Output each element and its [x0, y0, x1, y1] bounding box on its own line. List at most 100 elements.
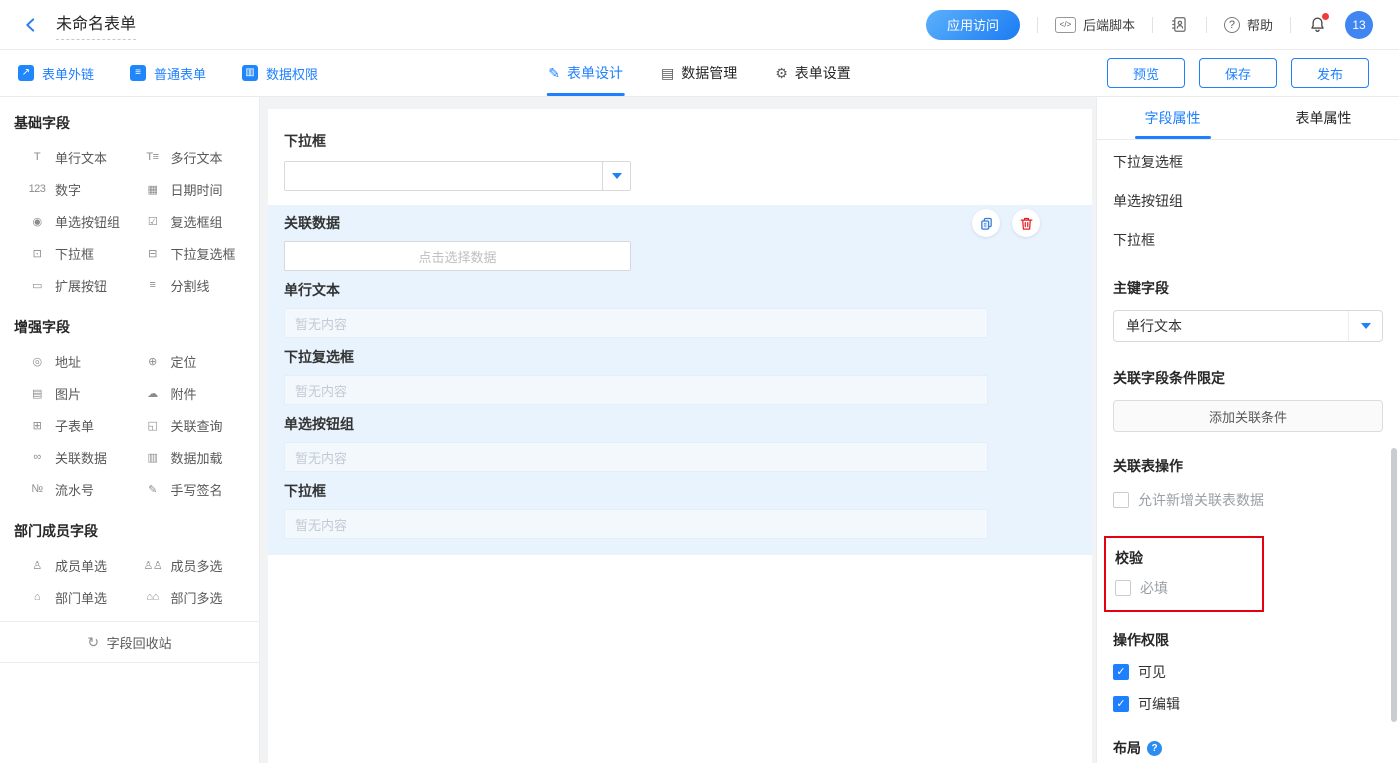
question-circle-icon: ? [1224, 17, 1240, 33]
permission-checkbox-row[interactable]: 可编辑 [1113, 694, 1383, 714]
subfield-label: 下拉复选框 [284, 347, 1076, 367]
subfield-placeholder-input: 暂无内容 [284, 375, 988, 405]
primary-key-section: 主键字段 单行文本 [1113, 278, 1383, 342]
palette-field-item[interactable]: ≡ 分割线 [130, 269, 246, 301]
app-access-button[interactable]: 应用访问 [926, 10, 1020, 40]
notifications-button[interactable] [1308, 15, 1328, 35]
serial-number-icon: № [28, 483, 46, 495]
canvas-field-dropdown[interactable]: 下拉框 [268, 131, 1092, 191]
palette-field-item[interactable]: ◉ 单选按钮组 [14, 205, 130, 237]
form-mode-item[interactable]: ↗ 表单外链 [18, 64, 94, 83]
checkbox[interactable] [1113, 664, 1129, 680]
form-mode-label: 普通表单 [154, 64, 206, 83]
palette-field-label: 定位 [171, 352, 197, 371]
palette-field-label: 数据加载 [171, 448, 223, 467]
palette-field-item[interactable]: ⌂ 部门单选 [14, 581, 130, 613]
palette-field-item[interactable]: ☑ 复选框组 [130, 205, 246, 237]
subfield-placeholder-input: 暂无内容 [284, 442, 988, 472]
panel-scrollbar[interactable] [1391, 448, 1397, 722]
preview-button[interactable]: 预览 [1107, 58, 1185, 88]
designer-tab[interactable]: ✎ 表单设计 [548, 50, 623, 96]
subfield-placeholder-input: 暂无内容 [284, 308, 988, 338]
panel-field-item[interactable]: 下拉复选框 [1113, 152, 1383, 172]
panel-field-item[interactable]: 下拉框 [1113, 230, 1383, 250]
palette-field-item[interactable]: 123 数字 [14, 173, 130, 205]
palette-field-item[interactable]: ⊟ 下拉复选框 [130, 237, 246, 269]
palette-field-item[interactable]: ✎ 手写签名 [130, 473, 246, 505]
palette-field-item[interactable]: № 流水号 [14, 473, 130, 505]
trash-icon [1019, 216, 1034, 231]
palette-field-item[interactable]: ◎ 地址 [14, 345, 130, 377]
add-condition-button[interactable]: 添加关联条件 [1113, 400, 1383, 432]
checkbox[interactable] [1113, 696, 1129, 712]
selected-related-data-block[interactable]: 关联数据 点击选择数据 单行文本 暂无内容 下拉复选框 暂无内容 [268, 205, 1092, 555]
palette-field-label: 成员单选 [55, 556, 107, 575]
primary-key-heading: 主键字段 [1113, 278, 1383, 298]
properties-tab[interactable]: 字段属性 [1097, 97, 1248, 139]
form-mode-item[interactable]: ▥ 数据权限 [242, 64, 318, 83]
allow-add-related-checkbox-row[interactable]: 允许新增关联表数据 [1113, 490, 1383, 510]
publish-button[interactable]: 发布 [1291, 58, 1369, 88]
form-mode-item[interactable]: ≡ 普通表单 [130, 64, 206, 83]
help-label: 帮助 [1247, 15, 1273, 34]
chevron-down-icon [1361, 323, 1371, 329]
address-book-button[interactable] [1170, 15, 1189, 34]
primary-key-select[interactable]: 单行文本 [1113, 310, 1383, 342]
palette-field-item[interactable]: ⌂⌂ 部门多选 [130, 581, 246, 613]
condition-section: 关联字段条件限定 添加关联条件 [1113, 368, 1383, 432]
back-button[interactable] [20, 14, 42, 36]
checkbox-unchecked[interactable] [1115, 580, 1131, 596]
properties-tab[interactable]: 表单属性 [1248, 97, 1399, 139]
palette-field-label: 手写签名 [171, 480, 223, 499]
designer-tab[interactable]: ▤ 数据管理 [661, 50, 737, 96]
save-button[interactable]: 保存 [1199, 58, 1277, 88]
palette-field-item[interactable]: ▭ 扩展按钮 [14, 269, 130, 301]
number-icon: 123 [28, 183, 46, 195]
palette-field-label: 子表单 [55, 416, 94, 435]
palette-field-item[interactable]: ◱ 关联查询 [130, 409, 246, 441]
palette-field-label: 分割线 [171, 276, 210, 295]
palette-field-item[interactable]: ▤ 图片 [14, 377, 130, 409]
palette-field-item[interactable]: ∞ 关联数据 [14, 441, 130, 473]
properties-tab-label: 字段属性 [1145, 108, 1201, 128]
help-button[interactable]: ? 帮助 [1224, 15, 1273, 34]
delete-field-button[interactable] [1012, 209, 1040, 237]
palette-field-item[interactable]: ⊕ 定位 [130, 345, 246, 377]
designer-tab[interactable]: ⚙ 表单设置 [775, 50, 851, 96]
palette-field-item[interactable]: T 单行文本 [14, 141, 130, 173]
palette-field-item[interactable]: ☁ 附件 [130, 377, 246, 409]
permission-checkbox-row[interactable]: 可见 [1113, 662, 1383, 682]
form-design-icon: ✎ [548, 65, 560, 82]
required-checkbox-row[interactable]: 必填 [1115, 578, 1254, 598]
palette-field-item[interactable]: ⊡ 下拉框 [14, 237, 130, 269]
palette-field-item[interactable]: ▥ 数据加载 [130, 441, 246, 473]
panel-field-item[interactable]: 单选按钮组 [1113, 191, 1383, 211]
designer-tab-label: 表单设置 [795, 63, 851, 83]
backend-script-button[interactable]: </> 后端脚本 [1055, 15, 1135, 34]
address-icon: ◎ [28, 355, 46, 368]
image-icon: ▤ [28, 387, 46, 400]
palette-field-label: 地址 [55, 352, 81, 371]
chevron-down-icon [612, 173, 622, 179]
palette-field-item[interactable]: ♙♙ 成员多选 [130, 549, 246, 581]
notification-dot [1322, 13, 1329, 20]
properties-tabs: 字段属性 表单属性 [1097, 97, 1399, 140]
checkbox-group-icon: ☑ [144, 215, 162, 228]
palette-field-item[interactable]: ⊞ 子表单 [14, 409, 130, 441]
palette-field-item[interactable]: T≡ 多行文本 [130, 141, 246, 173]
palette-field-item[interactable]: ▦ 日期时间 [130, 173, 246, 205]
copy-field-button[interactable] [972, 209, 1000, 237]
palette-field-item[interactable]: ♙ 成员单选 [14, 549, 130, 581]
section-title-basic: 基础字段 [14, 113, 245, 133]
code-icon: </> [1055, 17, 1076, 33]
document-icon: ≡ [130, 65, 146, 81]
palette-field-label: 部门单选 [55, 588, 107, 607]
field-recycle-bin[interactable]: ↻ 字段回收站 [0, 621, 259, 663]
checkbox-unchecked[interactable] [1113, 492, 1129, 508]
panel-field-list: 下拉复选框 单选按钮组 下拉框 [1113, 152, 1383, 250]
avatar[interactable]: 13 [1345, 11, 1373, 39]
layout-help-icon[interactable]: ? [1147, 741, 1162, 756]
form-title[interactable]: 未命名表单 [56, 10, 136, 40]
dropdown-select[interactable] [284, 161, 631, 191]
data-picker-input[interactable]: 点击选择数据 [284, 241, 631, 271]
